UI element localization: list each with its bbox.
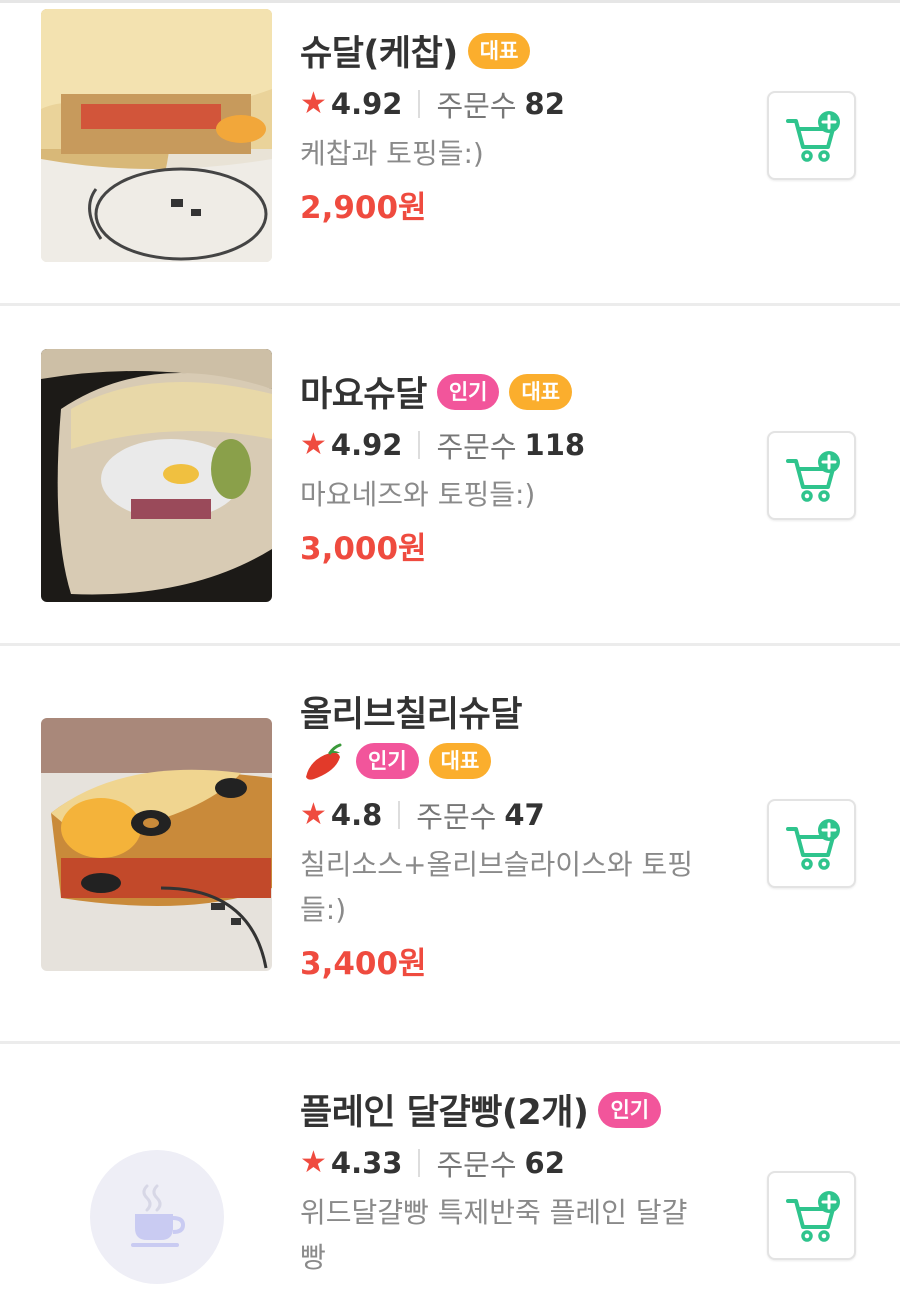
orders-count: 62	[524, 1146, 565, 1180]
menu-item-title-row: 마요슈달 인기 대표	[300, 366, 720, 416]
popular-badge: 인기	[598, 1091, 662, 1128]
menu-item-stats: ★ 4.8 주문수 47	[300, 792, 720, 838]
menu-item-title-row: 슈달(케찹) 대표	[300, 25, 720, 75]
cart-plus-icon	[786, 111, 840, 162]
stats-divider	[418, 1149, 421, 1177]
orders-count: 118	[524, 428, 586, 462]
coffee-cup-icon	[131, 1184, 186, 1247]
menu-item-description: 칠리소스+올리브슬라이스와 토핑들:)	[300, 848, 694, 926]
menu-item-info: 플레인 달걀빵(2개) 인기 ★ 4.33 주문수 62 위드달걀빵 특제반죽 …	[300, 1084, 720, 1280]
orders-label: 주문수	[436, 89, 517, 123]
chili-pepper-icon	[300, 741, 346, 781]
rating-value: 4.92	[330, 87, 403, 121]
menu-item-stats: ★ 4.33 주문수 62	[300, 1140, 720, 1186]
menu-item-price: 3,400원	[300, 946, 427, 982]
rating-value: 4.33	[330, 1146, 403, 1180]
menu-item-description: 마요네즈와 토핑들:)	[300, 478, 536, 511]
orders-label: 주문수	[436, 430, 517, 464]
signature-badge: 대표	[428, 743, 492, 779]
add-to-cart-button[interactable]	[767, 1171, 856, 1260]
menu-item-name: 플레인 달걀빵(2개)	[300, 1093, 589, 1133]
star-icon: ★	[300, 427, 327, 462]
orders-label: 주문수	[436, 1148, 517, 1182]
stats-divider	[418, 90, 421, 118]
menu-item[interactable]: 슈달(케찹) 대표 ★ 4.92 주문수 82 케찹과 토핑들:) 2,900원	[0, 3, 900, 306]
signature-badge: 대표	[509, 373, 573, 410]
stats-divider	[398, 801, 401, 829]
star-icon: ★	[300, 1145, 327, 1180]
menu-item-photo[interactable]	[41, 9, 272, 262]
popular-badge: 인기	[436, 373, 500, 410]
menu-item-name: 마요슈달	[300, 375, 427, 415]
menu-item-stats: ★ 4.92 주문수 82	[300, 81, 720, 127]
add-to-cart-button[interactable]	[767, 91, 856, 180]
menu-item-photo-placeholder[interactable]	[90, 1150, 224, 1284]
menu-item-badge-row: 인기 대표	[300, 736, 720, 786]
orders-count: 47	[504, 798, 545, 832]
menu-item-description: 위드달걀빵 특제반죽 플레인 달걀빵	[300, 1196, 688, 1274]
menu-item-stats: ★ 4.92 주문수 118	[300, 422, 720, 468]
menu-item-photo[interactable]	[41, 718, 272, 971]
menu-item-price: 3,000원	[300, 531, 427, 567]
signature-badge: 대표	[467, 32, 531, 69]
menu-list: 슈달(케찹) 대표 ★ 4.92 주문수 82 케찹과 토핑들:) 2,900원	[0, 3, 900, 1291]
menu-item-info: 올리브칠리슈달 인기 대표 ★ 4.8 주문수 47 칠리소스+올리브슬라이스와…	[300, 686, 720, 988]
star-icon: ★	[300, 797, 327, 832]
orders-label: 주문수	[416, 800, 497, 834]
menu-item-photo[interactable]	[41, 349, 272, 602]
menu-item[interactable]: 플레인 달걀빵(2개) 인기 ★ 4.33 주문수 62 위드달걀빵 특제반죽 …	[0, 1044, 900, 1291]
menu-item-description: 케찹과 토핑들:)	[300, 137, 484, 170]
menu-item[interactable]: 마요슈달 인기 대표 ★ 4.92 주문수 118 마요네즈와 토핑들:) 3,…	[0, 306, 900, 646]
menu-item[interactable]: 올리브칠리슈달 인기 대표 ★ 4.8 주문수 47 칠리소스+올리브슬라이스와…	[0, 646, 900, 1044]
rating-value: 4.8	[330, 798, 383, 832]
menu-item-info: 마요슈달 인기 대표 ★ 4.92 주문수 118 마요네즈와 토핑들:) 3,…	[300, 366, 720, 573]
stats-divider	[418, 431, 421, 459]
popular-badge: 인기	[356, 743, 419, 779]
menu-item-name: 슈달(케찹)	[300, 34, 458, 74]
cart-plus-icon	[786, 451, 840, 502]
star-icon: ★	[300, 86, 327, 121]
rating-value: 4.92	[330, 428, 403, 462]
add-to-cart-button[interactable]	[767, 431, 856, 520]
cart-plus-icon	[786, 819, 840, 870]
menu-item-name: 올리브칠리슈달	[300, 695, 522, 735]
cart-plus-icon	[786, 1191, 840, 1242]
menu-item-title-row: 플레인 달걀빵(2개) 인기	[300, 1084, 720, 1134]
menu-item-info: 슈달(케찹) 대표 ★ 4.92 주문수 82 케찹과 토핑들:) 2,900원	[300, 25, 720, 232]
orders-count: 82	[524, 87, 565, 121]
add-to-cart-button[interactable]	[767, 799, 856, 888]
menu-item-title-row: 올리브칠리슈달	[300, 686, 720, 736]
menu-item-price: 2,900원	[300, 190, 427, 226]
